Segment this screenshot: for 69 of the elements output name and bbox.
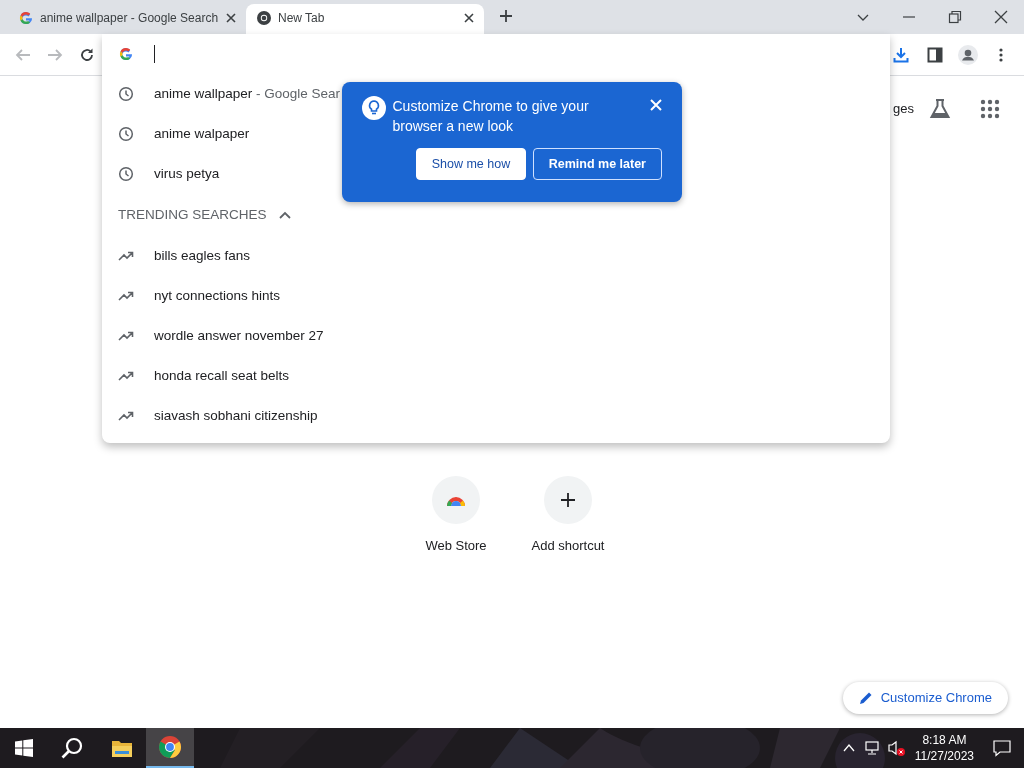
avatar-icon (957, 44, 978, 65)
lightbulb-icon (362, 96, 386, 120)
close-icon (462, 11, 476, 25)
google-icon (18, 10, 34, 26)
clock-date: 11/27/2023 (914, 748, 974, 764)
add-shortcut-button[interactable] (544, 476, 592, 524)
suggestion-item[interactable]: honda recall seat belts (102, 356, 290, 396)
chat-bubble-icon (993, 739, 1011, 757)
plus-icon (498, 8, 513, 23)
reload-icon (79, 46, 95, 63)
forward-arrow-icon (47, 46, 63, 63)
close-button[interactable] (650, 99, 662, 112)
chevron-up-icon (842, 743, 855, 753)
tab[interactable]: anime wallpaper - Google Search (8, 4, 246, 34)
restore-icon (948, 10, 962, 24)
suggestion-item[interactable]: wordle answer november 27 (102, 316, 324, 356)
suggestion-item[interactable]: siavash sobhani citizenship (102, 396, 318, 436)
download-icon (893, 46, 910, 63)
network-icon (864, 740, 881, 756)
pencil-icon (858, 691, 873, 705)
show-me-how-button[interactable]: Show me how (415, 148, 527, 180)
windows-logo-icon (15, 739, 33, 757)
close-icon (994, 10, 1008, 24)
tab-title: anime wallpaper - Google Search (40, 10, 219, 27)
suggestion-item[interactable]: nyt connections hints (102, 276, 281, 316)
side-panel-icon (926, 46, 943, 63)
suggestion-item[interactable]: virus petya (102, 154, 220, 194)
suggestion-text: bills eagles fans (154, 246, 251, 265)
clock[interactable]: 8:18 AM 11/27/2023 (908, 728, 980, 768)
suggestion-text: anime walpaper (154, 124, 250, 143)
back-arrow-icon (15, 46, 31, 63)
close-tab-button[interactable] (224, 11, 239, 25)
chrome-logo-icon (158, 735, 182, 759)
google-icon (118, 46, 134, 62)
more-vert-icon (998, 46, 1004, 63)
tab-title: New Tab (278, 10, 326, 27)
chrome-taskbar-button[interactable] (146, 728, 194, 768)
chrome-icon (256, 10, 272, 26)
close-icon (650, 99, 662, 112)
close-icon (224, 11, 239, 25)
clock-icon (118, 126, 134, 142)
shortcut-label: Add shortcut (531, 537, 605, 555)
search-icon (61, 737, 83, 759)
section-heading: TRENDING SEARCHES (118, 205, 267, 224)
suggestion-item[interactable]: anime wallpaper - Google Sear (102, 74, 341, 114)
customize-chrome-button[interactable]: Customize Chrome (842, 682, 1008, 714)
suggestion-item[interactable]: anime walpaper (102, 114, 250, 154)
suggestion-text: wordle answer november 27 (154, 326, 324, 345)
clock-icon (118, 166, 134, 182)
suggestion-text: anime wallpaper - Google Sear (154, 84, 341, 103)
apps-grid-icon (980, 99, 1000, 119)
clock-icon (118, 86, 134, 102)
suggestion-text: siavash sobhani citizenship (154, 406, 318, 425)
tab[interactable]: New Tab (246, 4, 484, 34)
close-tab-button[interactable] (462, 11, 476, 25)
plus-icon (561, 493, 575, 507)
web-store-shortcut[interactable] (432, 476, 480, 524)
promo-message: Customize Chrome to give your browser a new look (392, 97, 590, 136)
suggestion-item[interactable]: bills eagles fans (102, 236, 251, 276)
chevron-up-icon (278, 211, 291, 219)
clock-time: 8:18 AM (922, 732, 967, 748)
header-link[interactable]: ges (893, 99, 914, 119)
suggestion-text: virus petya (154, 164, 220, 183)
flask-icon (929, 98, 951, 120)
shortcut-label: Web Store (425, 537, 487, 555)
suggestion-text: nyt connections hints (154, 286, 281, 305)
remind-later-button[interactable]: Remind me later (532, 148, 662, 180)
volume-muted-icon (887, 740, 906, 756)
suggestion-text: honda recall seat belts (154, 366, 290, 385)
